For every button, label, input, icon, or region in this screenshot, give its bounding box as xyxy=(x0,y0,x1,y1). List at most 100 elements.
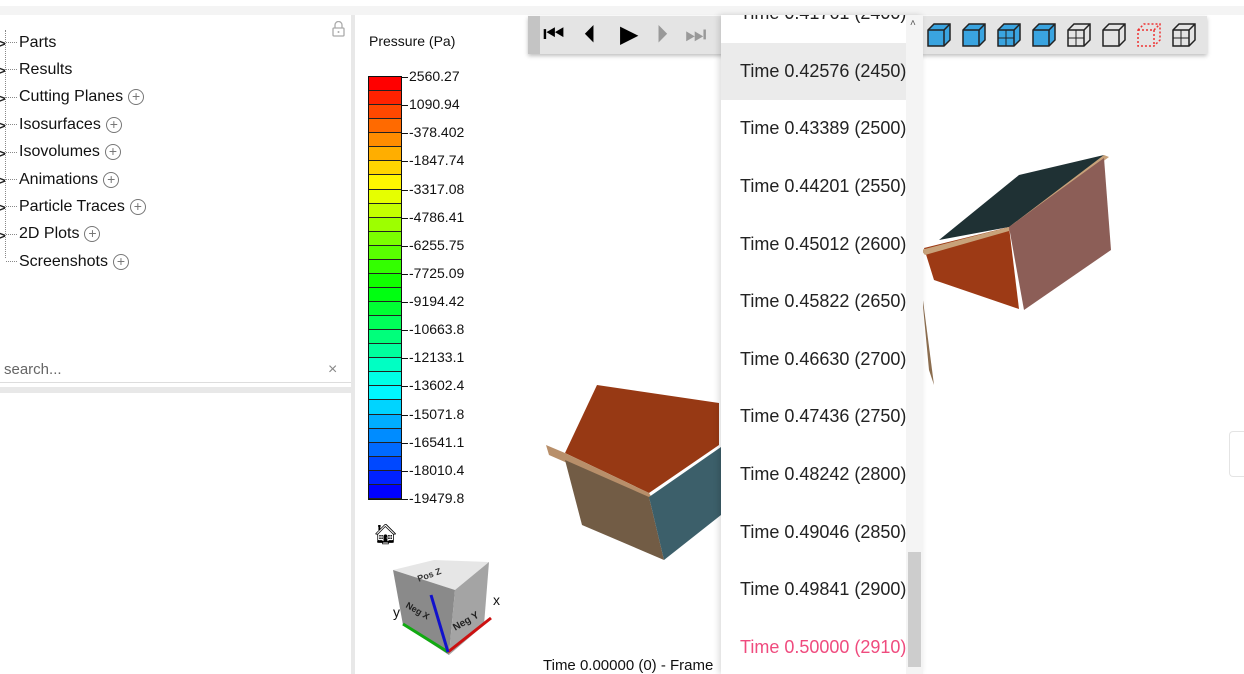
model-tree: > Parts > Results > Cutting Planes + > Isosurfac… xyxy=(0,29,146,276)
time-step-option[interactable]: Time 0.45012 (2600) xyxy=(721,215,907,273)
play-button[interactable]: ▶ xyxy=(620,21,638,49)
tree-item-isosurfaces[interactable]: > Isosurfaces + xyxy=(0,111,146,138)
home-view-icon[interactable]: 🏠︎ xyxy=(373,522,398,547)
render-flat-icon[interactable] xyxy=(1031,22,1057,48)
expand-chevron-icon[interactable]: > xyxy=(0,91,6,106)
tree-connector xyxy=(6,261,17,263)
render-shaded-icon[interactable] xyxy=(926,22,952,48)
color-band xyxy=(369,259,401,274)
legend-tick xyxy=(402,217,408,219)
expand-chevron-icon[interactable]: > xyxy=(0,173,6,188)
tree-item-2d-plots[interactable]: >2D Plots + xyxy=(0,221,146,248)
panel-divider[interactable] xyxy=(0,387,351,393)
time-step-option[interactable]: Time 0.44201 (2550) xyxy=(721,158,907,216)
render-points-icon[interactable] xyxy=(1136,22,1162,48)
time-step-option[interactable]: Time 0.43389 (2500) xyxy=(721,100,907,158)
scroll-up-icon[interactable]: ˄ xyxy=(910,18,916,29)
expand-chevron-icon[interactable]: > xyxy=(0,228,6,243)
first-frame-button[interactable]: ⏮ xyxy=(543,21,565,49)
color-band xyxy=(369,316,401,331)
legend-tick xyxy=(402,470,408,472)
tree-item-label: Screenshots xyxy=(19,252,108,270)
legend-label: -3317.08 xyxy=(409,180,465,197)
tree-item-label: Particle Traces xyxy=(19,198,125,216)
color-band xyxy=(369,231,401,246)
time-step-dropdown[interactable]: Time 0.41761 (2400)Time 0.42576 (2450)Ti… xyxy=(721,15,923,674)
time-step-option[interactable]: Time 0.45822 (2650) xyxy=(721,273,907,331)
render-shaded-mesh-icon[interactable] xyxy=(996,22,1022,48)
tree-connector xyxy=(6,151,17,153)
legend-tick xyxy=(402,105,408,107)
legend-tick xyxy=(402,273,408,275)
tree-item-parts[interactable]: > Parts xyxy=(0,29,146,56)
time-step-option[interactable]: Time 0.49046 (2850) xyxy=(721,503,907,561)
render-hidden-line-icon[interactable] xyxy=(1171,22,1197,48)
last-frame-button[interactable]: ⏭ xyxy=(685,21,707,49)
add-circle-icon[interactable]: + xyxy=(104,144,121,161)
add-circle-icon[interactable]: + xyxy=(84,226,101,243)
tree-connector xyxy=(6,206,17,208)
search-placeholder: search... xyxy=(4,361,62,378)
house-model-right xyxy=(921,155,1111,385)
render-shaded-edges-icon[interactable] xyxy=(961,22,987,48)
tree-item-label: Isosurfaces xyxy=(19,115,101,133)
legend-label: -19479.8 xyxy=(409,490,465,506)
color-band xyxy=(369,245,401,260)
side-panel-handle[interactable] xyxy=(1229,431,1244,477)
dropdown-scrollbar[interactable]: ˄ xyxy=(906,15,923,674)
clear-search-icon[interactable]: × xyxy=(328,361,337,379)
color-band xyxy=(369,133,401,148)
expand-chevron-icon[interactable]: > xyxy=(0,146,6,161)
time-step-option[interactable]: Time 0.41761 (2400) xyxy=(721,15,907,43)
legend-tick xyxy=(402,302,408,304)
add-circle-icon[interactable]: + xyxy=(112,253,129,270)
legend-tick xyxy=(402,133,408,135)
legend-tick xyxy=(402,499,408,500)
tree-item-results[interactable]: > Results xyxy=(0,56,146,83)
time-step-option[interactable]: Time 0.42576 (2450) xyxy=(721,42,907,101)
color-band xyxy=(369,302,401,317)
expand-chevron-icon[interactable]: > xyxy=(0,200,6,215)
add-circle-icon[interactable]: + xyxy=(128,89,145,106)
color-band xyxy=(369,189,401,204)
tree-item-screenshots[interactable]: Screenshots + xyxy=(0,248,146,275)
time-step-option[interactable]: Time 0.49841 (2900) xyxy=(721,561,907,619)
time-step-option[interactable]: Time 0.50000 (2910) xyxy=(721,619,907,674)
legend-label: -16541.1 xyxy=(409,433,465,450)
add-circle-icon[interactable]: + xyxy=(103,171,120,188)
tree-item-particle-traces[interactable]: > Particle Traces + xyxy=(0,193,146,220)
render-outline-icon[interactable] xyxy=(1101,22,1127,48)
legend-label: -1847.74 xyxy=(409,152,465,169)
search-input[interactable]: search... × xyxy=(0,359,351,383)
legend-tick xyxy=(402,358,408,360)
tree-item-animations[interactable]: > Animations + xyxy=(0,166,146,193)
color-band xyxy=(369,217,401,232)
render-mesh-lines-icon[interactable] xyxy=(1066,22,1092,48)
time-step-option[interactable]: Time 0.46630 (2700) xyxy=(721,331,907,389)
color-band xyxy=(369,386,401,401)
color-band xyxy=(369,442,401,457)
tree-connector xyxy=(6,124,17,126)
color-band xyxy=(369,119,401,134)
color-band xyxy=(369,344,401,359)
legend-label: -6255.75 xyxy=(409,236,465,253)
scrollbar-thumb[interactable] xyxy=(908,552,921,667)
prev-frame-button[interactable]: ⏴ xyxy=(584,21,596,49)
lock-icon[interactable] xyxy=(332,20,345,37)
legend-tick xyxy=(402,442,408,444)
legend-label: -7725.09 xyxy=(409,264,465,281)
expand-chevron-icon[interactable]: > xyxy=(0,118,6,133)
tree-item-label: Results xyxy=(19,61,73,79)
expand-chevron-icon[interactable]: > xyxy=(0,63,6,78)
tree-item-cutting-planes[interactable]: > Cutting Planes + xyxy=(0,84,146,111)
legend-label: -18010.4 xyxy=(409,461,465,478)
add-circle-icon[interactable]: + xyxy=(105,116,122,133)
next-frame-button[interactable]: ⏵ xyxy=(656,21,668,49)
add-circle-icon[interactable]: + xyxy=(129,199,146,216)
model-tree-panel: > Parts > Results > Cutting Planes + > Isosurfac… xyxy=(0,15,355,674)
time-step-option[interactable]: Time 0.47436 (2750) xyxy=(721,388,907,446)
color-band xyxy=(369,400,401,415)
time-step-option[interactable]: Time 0.48242 (2800) xyxy=(721,446,907,504)
tree-item-isovolumes[interactable]: > Isovolumes + xyxy=(0,139,146,166)
expand-chevron-icon[interactable]: > xyxy=(0,36,6,51)
